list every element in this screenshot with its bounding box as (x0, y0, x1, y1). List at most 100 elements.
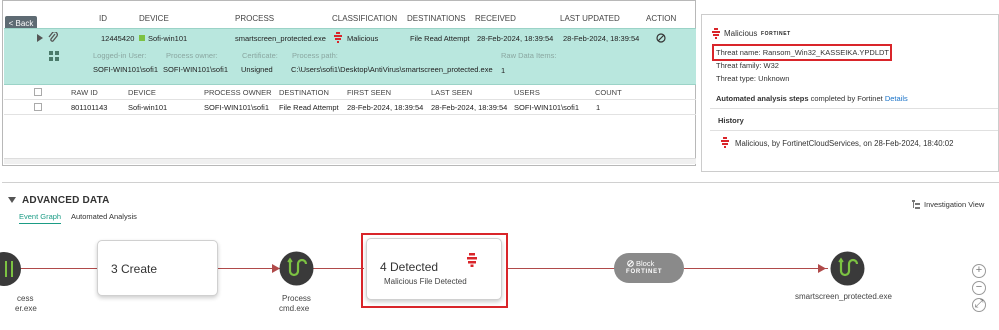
detected-node-label: 4 Detected (380, 260, 439, 274)
sub-header-destination[interactable]: DESTINATION (279, 88, 329, 97)
event-received: 28-Feb-2024, 18:39:54 (477, 34, 554, 43)
raw-last-seen: 28-Feb-2024, 18:39:54 (431, 103, 508, 112)
target-process-name: smartscreen_protected.exe (795, 292, 892, 301)
left-process-label: cess (17, 294, 34, 303)
header-last-updated[interactable]: LAST UPDATED (560, 14, 620, 26)
graph-edge (312, 268, 364, 269)
label-certificate: Certificate: (242, 51, 278, 60)
zoom-in-icon[interactable]: + (972, 264, 986, 278)
label-raw-data-items: Raw Data Items: (501, 51, 557, 60)
row-checkbox[interactable] (34, 103, 42, 111)
malicious-icon (712, 28, 720, 39)
sub-header-last-seen[interactable]: LAST SEEN (431, 88, 472, 97)
block-vendor: FORTINET (626, 269, 663, 275)
raw-users: SOFI-WIN101\sofi1 (514, 103, 580, 112)
header-process[interactable]: PROCESS (235, 14, 274, 26)
process-node-icon[interactable] (279, 251, 314, 286)
event-last-updated: 28-Feb-2024, 18:39:54 (563, 34, 640, 43)
sub-header-users[interactable]: USERS (514, 88, 540, 97)
event-destination: File Read Attempt (410, 34, 470, 43)
process-node-icon[interactable] (830, 251, 865, 286)
left-process-name: er.exe (15, 304, 37, 313)
analysis-status-bold: Automated analysis steps (716, 94, 809, 103)
value-logged-in-user: SOFI-WIN101\sofi1 (93, 65, 159, 74)
event-details-panel: Malicious FORTINET Threat name: Ransom_W… (701, 14, 999, 172)
horizontal-scrollbar[interactable] (4, 158, 696, 164)
block-node[interactable]: Block FORTINET (614, 253, 684, 283)
sub-header-first-seen[interactable]: FIRST SEEN (347, 88, 391, 97)
raw-count: 1 (596, 103, 601, 112)
section-separator (2, 182, 999, 183)
event-device: Sofi-win101 (148, 34, 188, 43)
investigation-view-icon[interactable] (912, 200, 920, 209)
select-all-checkbox[interactable] (34, 88, 42, 96)
graph-edge (684, 268, 828, 269)
clip-icon (48, 32, 58, 42)
collapse-caret-icon[interactable] (8, 197, 16, 203)
raw-process-owner: SOFI-WIN101\sofi1 (204, 103, 270, 112)
graph-edge (506, 268, 616, 269)
expand-caret-icon[interactable] (37, 34, 43, 42)
sub-header-process-owner[interactable]: PROCESS OWNER (204, 88, 272, 97)
process-name: cmd.exe (279, 304, 310, 313)
label-process-path: Process path: (292, 51, 338, 60)
tab-event-graph[interactable]: Event Graph (19, 212, 62, 224)
header-classification[interactable]: CLASSIFICATION (332, 14, 397, 26)
detected-node[interactable]: 4 Detected Malicious File Detected (366, 238, 502, 300)
header-destinations[interactable]: DESTINATIONS (407, 14, 466, 26)
history-title: History (718, 116, 744, 125)
zoom-out-icon[interactable]: − (972, 281, 986, 295)
fit-view-icon[interactable]: ⤢ (972, 298, 986, 312)
events-panel: < Back ID DEVICE PROCESS CLASSIFICATION … (2, 0, 696, 166)
value-process-path: C:\Users\sofi1\Desktop\AntiVirus\smartsc… (291, 65, 493, 74)
analysis-details-link[interactable]: Details (885, 94, 908, 103)
divider (710, 108, 998, 109)
raw-data-header: RAW ID DEVICE PROCESS OWNER DESTINATION … (4, 85, 696, 100)
event-classification: Malicious (347, 34, 379, 43)
header-id[interactable]: ID (99, 14, 107, 26)
block-icon (627, 260, 634, 267)
block-label: Block (636, 259, 655, 268)
history-entry: Malicious, by FortinetCloudServices, on … (735, 139, 954, 148)
tab-automated-analysis[interactable]: Automated Analysis (71, 212, 137, 221)
arrow-head-icon (818, 264, 826, 273)
graph-edge (20, 268, 97, 269)
event-id: 12445420 (101, 34, 135, 43)
raw-destination: File Read Attempt (279, 103, 339, 112)
raw-first-seen: 28-Feb-2024, 18:39:54 (347, 103, 424, 112)
analysis-status-text: completed by Fortinet (808, 94, 885, 103)
label-logged-in-user: Logged-in User: (93, 51, 147, 60)
create-node-label: 3 Create (111, 262, 158, 276)
header-action[interactable]: ACTION (646, 14, 676, 26)
details-grid-icon (49, 51, 59, 61)
process-node-icon[interactable] (0, 251, 22, 287)
sub-header-count[interactable]: COUNT (595, 88, 622, 97)
event-row-selected[interactable]: 12445420 Sofi-win101 smartscreen_protect… (4, 28, 696, 85)
sub-header-device[interactable]: DEVICE (128, 88, 156, 97)
create-node[interactable]: 3 Create (97, 240, 218, 296)
malicious-icon (721, 137, 729, 148)
header-received[interactable]: RECEIVED (475, 14, 516, 26)
divider (710, 130, 998, 131)
value-process-owner: SOFI-WIN101\sofi1 (163, 65, 229, 74)
analysis-status: Automated analysis steps completed by Fo… (716, 94, 908, 103)
raw-device: Sofi-win101 (128, 103, 168, 112)
value-certificate: Unsigned (241, 65, 273, 74)
malicious-icon (467, 253, 477, 267)
malicious-icon (334, 32, 342, 43)
details-classification: Malicious (724, 29, 758, 38)
raw-id: 801101143 (71, 103, 108, 112)
threat-family: Threat family: W32 (716, 61, 779, 70)
block-action-icon[interactable] (656, 33, 666, 43)
event-process: smartscreen_protected.exe (235, 34, 326, 43)
process-label: Process (282, 294, 311, 303)
fortinet-logo: FORTINET (761, 31, 791, 37)
threat-name: Threat name: Ransom_Win32_KASSEIKA.YPDLD… (716, 48, 889, 57)
raw-data-row[interactable]: 801101143 Sofi-win101 SOFI-WIN101\sofi1 … (4, 100, 696, 115)
header-device[interactable]: DEVICE (139, 14, 169, 26)
investigation-view-link[interactable]: Investigation View (924, 200, 984, 209)
device-status-icon (139, 35, 145, 41)
advanced-data-title: ADVANCED DATA (22, 195, 110, 206)
sub-header-raw-id[interactable]: RAW ID (71, 88, 98, 97)
value-raw-data-items: 1 (501, 66, 506, 75)
